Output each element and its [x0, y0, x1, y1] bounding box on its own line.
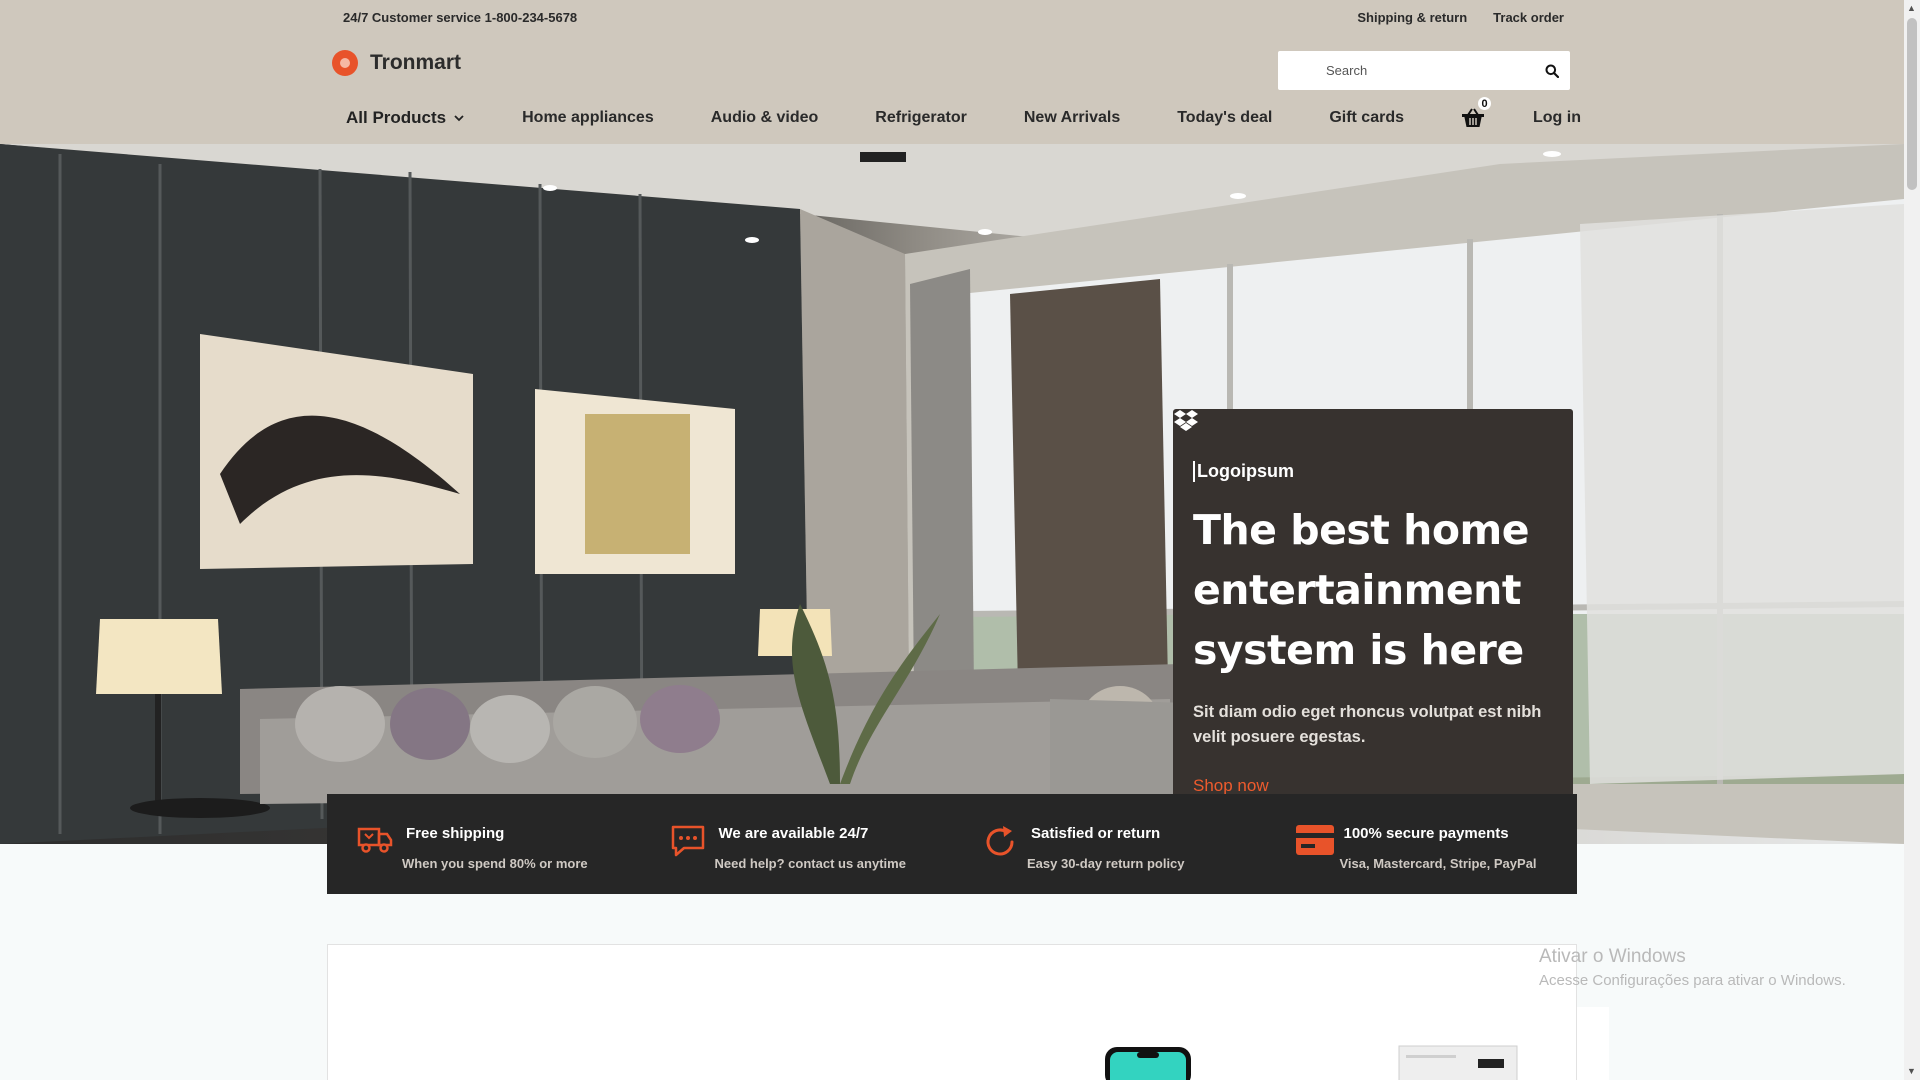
all-products-label: All Products: [346, 108, 447, 127]
nav-item-todays-deal[interactable]: Today's deal: [1177, 109, 1272, 127]
nav-item-home-appliances[interactable]: Home appliances: [522, 109, 654, 127]
shipping-return-link[interactable]: Shipping & return: [1357, 10, 1467, 25]
site-logo[interactable]: Tronmart: [332, 50, 461, 76]
dropbox-logo-icon: [1174, 410, 1198, 431]
shop-now-link[interactable]: Shop now: [1193, 776, 1269, 796]
credit-card-icon: [1295, 825, 1334, 855]
main-nav: All Products Home appliances Audio & vid…: [346, 97, 1581, 133]
scroll-up-icon[interactable]: ▲: [1907, 3, 1916, 13]
feature-free-shipping: Free shipping When you spend 80% or more: [327, 794, 640, 894]
panel-extension: [1577, 1007, 1609, 1080]
scroll-thumb[interactable]: [1907, 18, 1917, 190]
feature-title: We are available 24/7: [718, 825, 869, 842]
nav-item-refrigerator[interactable]: Refrigerator: [875, 109, 967, 127]
promo-description: Sit diam odio eget rhoncus volutpat est …: [1193, 703, 1542, 746]
feature-subtitle: Easy 30-day return policy: [1027, 856, 1185, 871]
watermark-title: Ativar o Windows: [1539, 946, 1686, 967]
feature-title: 100% secure payments: [1343, 825, 1509, 842]
feature-secure-payments: 100% secure payments Visa, Mastercard, S…: [1265, 794, 1578, 894]
all-products-dropdown[interactable]: All Products: [346, 108, 464, 128]
feature-subtitle: Visa, Mastercard, Stripe, PayPal: [1339, 856, 1537, 871]
basket-icon: [1462, 108, 1484, 127]
topbar-links: Shipping & return Track order: [1357, 10, 1564, 25]
promo-brand: Logoipsum: [1174, 410, 1553, 482]
feature-returns: Satisfied or return Easy 30-day return p…: [952, 794, 1265, 894]
watermark-subtitle: Acesse Configurações para ativar o Windo…: [1539, 972, 1846, 989]
hero-banner: Logoipsum The best home entertainment sy…: [0, 144, 1904, 844]
nav-item-gift-cards[interactable]: Gift cards: [1329, 109, 1404, 127]
products-panel: [327, 944, 1577, 1080]
feature-availability: We are available 24/7 Need help? contact…: [640, 794, 953, 894]
cart-count-badge: 0: [1478, 97, 1491, 110]
windows-activation-watermark: Ativar o Windows Acesse Configurações pa…: [1539, 946, 1846, 989]
features-bar: Free shipping When you spend 80% or more…: [327, 794, 1577, 894]
scroll-down-icon[interactable]: ▼: [1907, 1066, 1916, 1076]
track-order-link[interactable]: Track order: [1493, 10, 1564, 25]
nav-item-audio-video[interactable]: Audio & video: [711, 109, 819, 127]
washing-machine-product-image[interactable]: [1398, 1045, 1518, 1080]
feature-title: Free shipping: [406, 825, 505, 842]
feature-title: Satisfied or return: [1031, 825, 1161, 842]
promo-card: Logoipsum The best home entertainment sy…: [1173, 409, 1573, 844]
chevron-down-icon: [454, 114, 464, 121]
chat-icon: [671, 825, 704, 857]
promo-brand-text: Logoipsum: [1193, 461, 1294, 482]
cart-button[interactable]: 0: [1461, 97, 1491, 133]
truck-icon: [357, 827, 393, 853]
hero-living-room-image: [0, 144, 1904, 844]
nav-item-new-arrivals[interactable]: New Arrivals: [1024, 109, 1120, 127]
feature-subtitle: When you spend 80% or more: [402, 856, 588, 871]
search-button[interactable]: [1534, 51, 1570, 90]
phone-product-image[interactable]: [1103, 1045, 1193, 1080]
logo-text: Tronmart: [370, 51, 462, 74]
promo-title: The best home entertainment system is he…: [1193, 506, 1530, 674]
search-icon: [1545, 64, 1559, 78]
search-input[interactable]: [1278, 63, 1528, 78]
logo-icon: [332, 50, 358, 76]
feature-subtitle: Need help? contact us anytime: [714, 856, 906, 871]
login-link[interactable]: Log in: [1533, 109, 1581, 127]
site-header: 24/7 Customer service 1-800-234-5678 Shi…: [0, 0, 1904, 144]
page-scrollbar[interactable]: ▲ ▼: [1904, 0, 1920, 1080]
refresh-icon: [986, 826, 1014, 856]
search-box: [1278, 51, 1570, 90]
customer-service-text: 24/7 Customer service 1-800-234-5678: [343, 10, 578, 25]
